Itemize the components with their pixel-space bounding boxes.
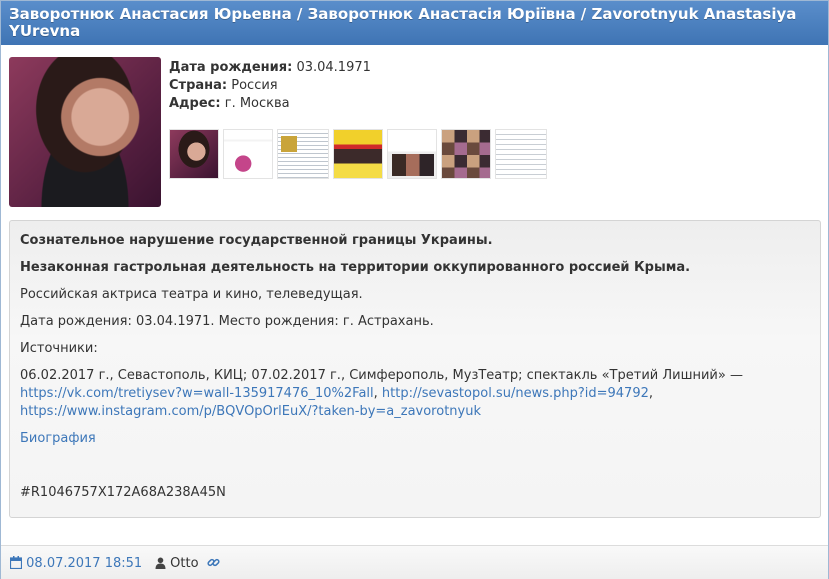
birth-label: Дата рождения:	[169, 60, 293, 75]
biography-row: Биография	[20, 430, 810, 448]
birth-value: 03.04.1971	[296, 60, 371, 75]
vk-source-link[interactable]: https://vk.com/tretiysev?w=wall-13591747…	[20, 386, 374, 401]
birth-place-text: Дата рождения: 03.04.1971. Место рождени…	[20, 314, 434, 329]
record-card: Заворотнюк Анастасия Юрьевна / Заворотню…	[0, 0, 829, 579]
description-panel: Сознательное нарушение государственной г…	[9, 220, 821, 518]
country-row: Страна: Россия	[169, 77, 371, 95]
profile-photo[interactable]	[9, 57, 161, 207]
sevastopol-source-link[interactable]: http://sevastopol.su/news.php?id=94792	[382, 386, 649, 401]
instagram-source-link[interactable]: https://www.instagram.com/p/BQVOpOrlEuX/…	[20, 404, 481, 419]
link-icon	[207, 558, 220, 567]
link-separator: ,	[648, 386, 653, 401]
address-value: г. Москва	[224, 96, 290, 111]
record-footer: 08.07.2017 18:51 Otto	[1, 545, 828, 579]
biography-link[interactable]: Биография	[20, 431, 96, 446]
thumbnail-image[interactable]	[333, 129, 383, 179]
record-title: Заворотнюк Анастасия Юрьевна / Заворотню…	[1, 1, 828, 45]
violation-text-2: Незаконная гастрольная деятельность на т…	[20, 260, 691, 275]
address-label: Адрес:	[169, 96, 221, 111]
thumbnail-image[interactable]	[441, 129, 491, 179]
thumbnail-image[interactable]	[223, 129, 273, 179]
violation-text-1: Сознательное нарушение государственной г…	[20, 233, 493, 248]
sources-label: Источники:	[20, 341, 98, 356]
author-name: Otto	[170, 556, 199, 571]
post-datetime: 08.07.2017 18:51	[26, 556, 143, 571]
country-label: Страна:	[169, 78, 228, 93]
calendar-icon	[10, 556, 22, 569]
sources-description: 06.02.2017 г., Севастополь, КИЦ; 07.02.2…	[20, 368, 743, 383]
user-icon	[155, 557, 166, 569]
record-hash: #R1046757X172A68A238A45N	[20, 485, 226, 500]
profile-info: Дата рождения: 03.04.1971 Страна: Россия…	[169, 59, 371, 113]
thumbnail-image[interactable]	[277, 129, 329, 179]
thumbnail-image[interactable]	[387, 129, 437, 179]
description-text: Российская актриса театра и кино, телеве…	[20, 287, 363, 302]
country-value: Россия	[231, 78, 278, 93]
birth-row: Дата рождения: 03.04.1971	[169, 59, 371, 77]
link-separator: ,	[373, 386, 382, 401]
permalink-button[interactable]	[207, 556, 220, 572]
thumbnail-image[interactable]	[495, 129, 547, 179]
date-link[interactable]: 08.07.2017 18:51	[10, 556, 142, 572]
thumbnail-image[interactable]	[169, 129, 219, 179]
address-row: Адрес: г. Москва	[169, 95, 371, 113]
sources-text: 06.02.2017 г., Севастополь, КИЦ; 07.02.2…	[20, 367, 810, 421]
author-info: Otto	[155, 556, 199, 572]
